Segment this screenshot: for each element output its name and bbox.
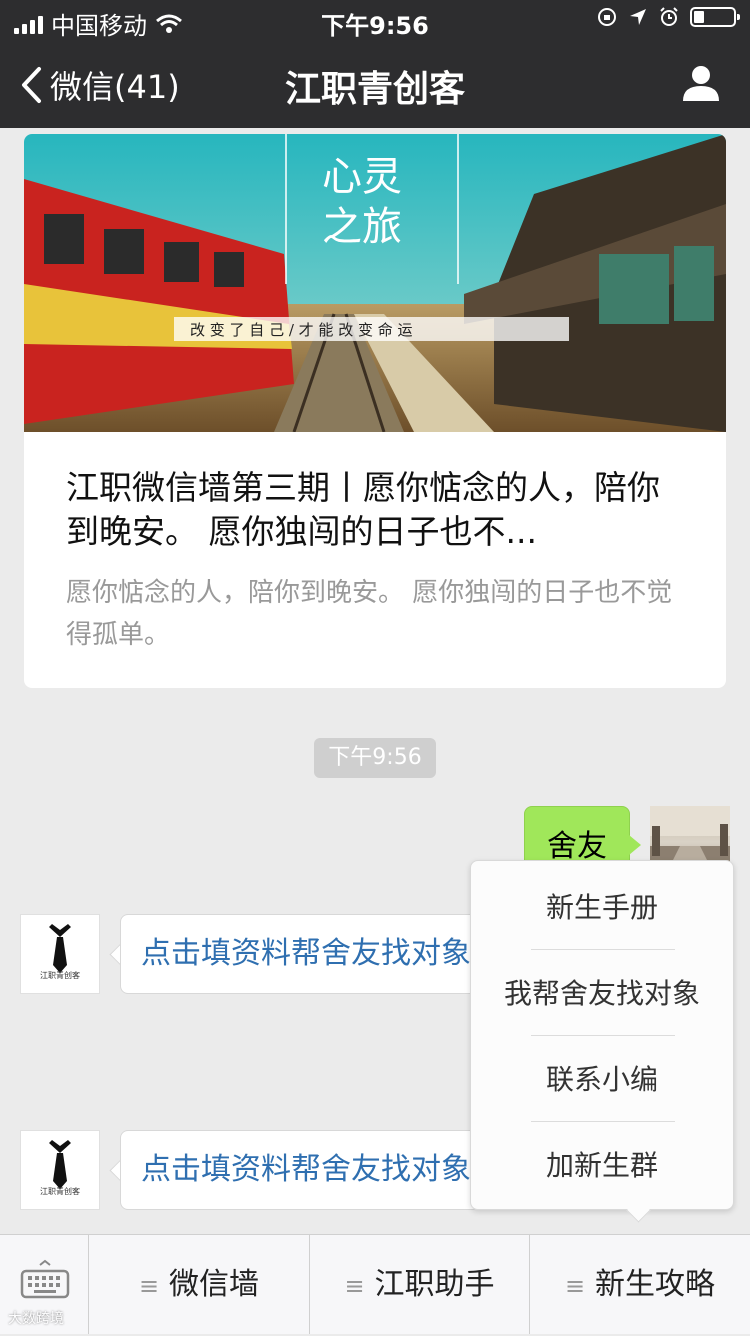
banner-title-line2: 之旅 — [322, 204, 402, 250]
submenu-item-find-partner[interactable]: 我帮舍友找对象 — [471, 951, 733, 1037]
top-bar: 中国移动 下午9:56 微信(41) 江职青创客 — [0, 0, 750, 128]
nav-bar: 微信(41) 江职青创客 — [0, 40, 750, 128]
battery-icon — [690, 7, 740, 27]
bot-avatar[interactable]: 江职青创客 — [20, 914, 100, 994]
status-bar: 中国移动 下午9:56 — [0, 0, 750, 40]
article-banner-image: 心灵 之旅 改 变 了 自 己 / 才 能 改 变 命 运 — [24, 134, 726, 432]
menu-lines-icon: ≡ — [138, 1272, 160, 1300]
article-title: 江职微信墙第三期丨愿你惦念的人，陪你到晚安。 愿你独闯的日子也不... — [66, 468, 660, 551]
submenu-divider — [531, 1121, 675, 1122]
menu-tab-label: 微信墙 — [169, 1267, 260, 1302]
menu-tab-label: 江职助手 — [374, 1267, 495, 1302]
incoming-message-link[interactable]: 点击填资料帮舍友找对象 — [141, 1152, 471, 1187]
location-icon — [630, 9, 646, 25]
menu-tab-freshman-guide[interactable]: ≡ 新生攻略 — [530, 1235, 750, 1334]
submenu-popup: 新生手册 我帮舍友找对象 联系小编 加新生群 — [470, 860, 734, 1210]
submenu-item-join-group[interactable]: 加新生群 — [471, 1123, 733, 1209]
alarm-icon — [660, 7, 678, 26]
keyboard-icon — [20, 1259, 70, 1299]
tie-logo-icon — [49, 924, 71, 973]
menu-lines-icon: ≡ — [564, 1272, 586, 1300]
outgoing-message-text: 舍友 — [547, 829, 607, 864]
banner-title-line1: 心灵 — [322, 154, 402, 200]
menu-tab-wechat-wall[interactable]: ≡ 微信墙 — [89, 1235, 309, 1334]
submenu-divider — [531, 949, 675, 950]
tie-logo-icon — [49, 1140, 71, 1189]
rotation-lock-icon — [598, 8, 616, 26]
official-account-profile-button[interactable] — [682, 64, 720, 106]
menu-lines-icon: ≡ — [344, 1272, 365, 1300]
menu-tab-assistant[interactable]: ≡ 江职助手 — [310, 1235, 529, 1334]
article-card[interactable]: 心灵 之旅 改 变 了 自 己 / 才 能 改 变 命 运 江职微信墙第三期丨愿… — [24, 134, 726, 688]
bot-avatar-caption: 江职青创客 — [40, 1187, 80, 1196]
submenu-item-freshman-handbook[interactable]: 新生手册 — [471, 865, 733, 951]
bot-avatar-caption: 江职青创客 — [40, 971, 80, 980]
watermark: 大数跨境 — [8, 1311, 64, 1327]
menu-tab-label: 新生攻略 — [595, 1267, 716, 1302]
incoming-message-link[interactable]: 点击填资料帮舍友找对象 — [141, 936, 471, 971]
page-title: 江职青创客 — [284, 69, 465, 110]
banner-slogan: 改 变 了 自 己 / 才 能 改 变 命 运 — [190, 321, 413, 339]
incoming-message-bubble[interactable]: 点击填资料帮舍友找对象 — [120, 914, 480, 994]
submenu-item-contact-editor[interactable]: 联系小编 — [471, 1037, 733, 1123]
custom-menu-bar: ≡ 微信墙 ≡ 江职助手 ≡ 新生攻略 — [0, 1234, 750, 1334]
person-icon — [683, 66, 719, 101]
article-description: 愿你惦念的人，陪你到晚安。 愿你独闯的日子也不觉得孤单。 — [66, 578, 673, 650]
incoming-message-bubble[interactable]: 点击填资料帮舍友找对象 — [120, 1130, 480, 1210]
bot-avatar[interactable]: 江职青创客 — [20, 1130, 100, 1210]
submenu-divider — [531, 1035, 675, 1036]
chat-timestamp: 下午9:56 — [314, 738, 436, 778]
